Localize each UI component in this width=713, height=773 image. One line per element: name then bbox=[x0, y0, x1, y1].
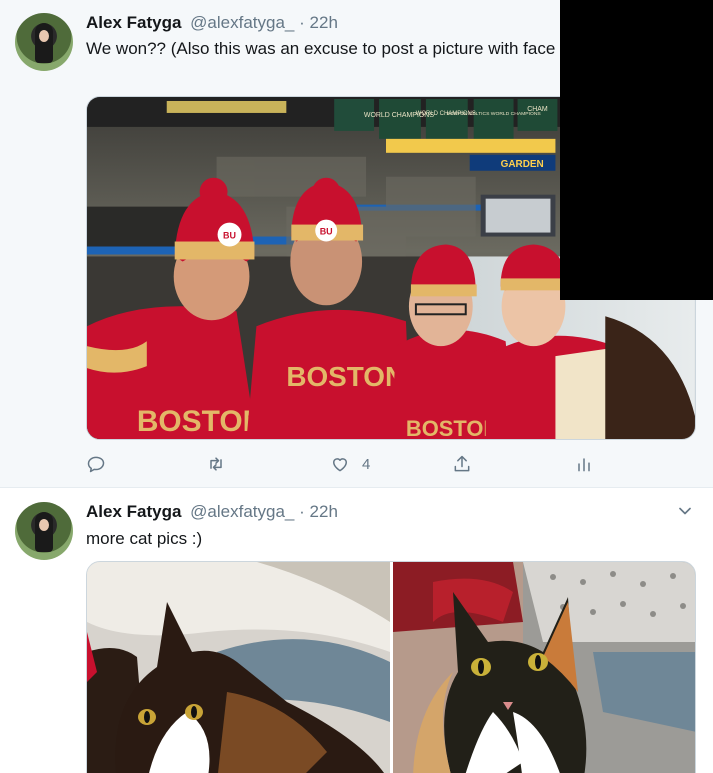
analytics-icon bbox=[578, 458, 590, 472]
author-handle[interactable]: @alexfatyga_ bbox=[190, 502, 294, 521]
reply-button[interactable] bbox=[86, 452, 106, 476]
separator-dot: · bbox=[299, 502, 305, 521]
tweet-actions: 4 bbox=[86, 452, 606, 476]
like-count: 4 bbox=[362, 455, 371, 473]
hat-badge: BU bbox=[223, 231, 236, 241]
redaction-overlay bbox=[560, 0, 713, 300]
tweet-photo-grid bbox=[86, 561, 696, 773]
heart-icon bbox=[333, 458, 347, 472]
jersey-text: BOSTON bbox=[137, 405, 264, 438]
timestamp[interactable]: 22h bbox=[310, 13, 338, 32]
tweet-header: Alex Fatyga @alexfatyga_ · 22h bbox=[86, 12, 338, 34]
reply-icon bbox=[87, 456, 105, 473]
jersey-text: BOSTON bbox=[406, 416, 499, 440]
tweet-header: Alex Fatyga @alexfatyga_ · 22h bbox=[86, 501, 338, 523]
avatar[interactable] bbox=[15, 13, 73, 71]
jersey-text: BOSTON bbox=[286, 361, 405, 392]
cat-photo[interactable] bbox=[393, 562, 696, 773]
timestamp[interactable]: 22h bbox=[310, 502, 338, 521]
analytics-button[interactable] bbox=[574, 452, 594, 476]
avatar[interactable] bbox=[15, 502, 73, 560]
garden-sign: GARDEN bbox=[501, 159, 544, 170]
banner-text: CHAM bbox=[527, 106, 548, 113]
author-handle[interactable]: @alexfatyga_ bbox=[190, 13, 294, 32]
tweet-text: more cat pics :) bbox=[86, 529, 203, 548]
tweet[interactable]: Alex Fatyga @alexfatyga_ · 22h more cat … bbox=[0, 489, 713, 773]
author-name[interactable]: Alex Fatyga bbox=[86, 502, 181, 521]
retweet-button[interactable] bbox=[206, 452, 226, 476]
share-icon bbox=[454, 455, 470, 472]
cat-photo[interactable] bbox=[87, 562, 390, 773]
author-name[interactable]: Alex Fatyga bbox=[86, 13, 181, 32]
like-button[interactable]: 4 bbox=[330, 452, 370, 476]
separator-dot: · bbox=[299, 13, 305, 32]
retweet-icon bbox=[210, 457, 222, 471]
tweet[interactable]: Alex Fatyga @alexfatyga_ · 22h We won?? … bbox=[0, 0, 713, 488]
hat-badge: BU bbox=[320, 227, 333, 237]
share-button[interactable] bbox=[452, 452, 472, 476]
chevron-down-icon[interactable] bbox=[675, 501, 695, 521]
